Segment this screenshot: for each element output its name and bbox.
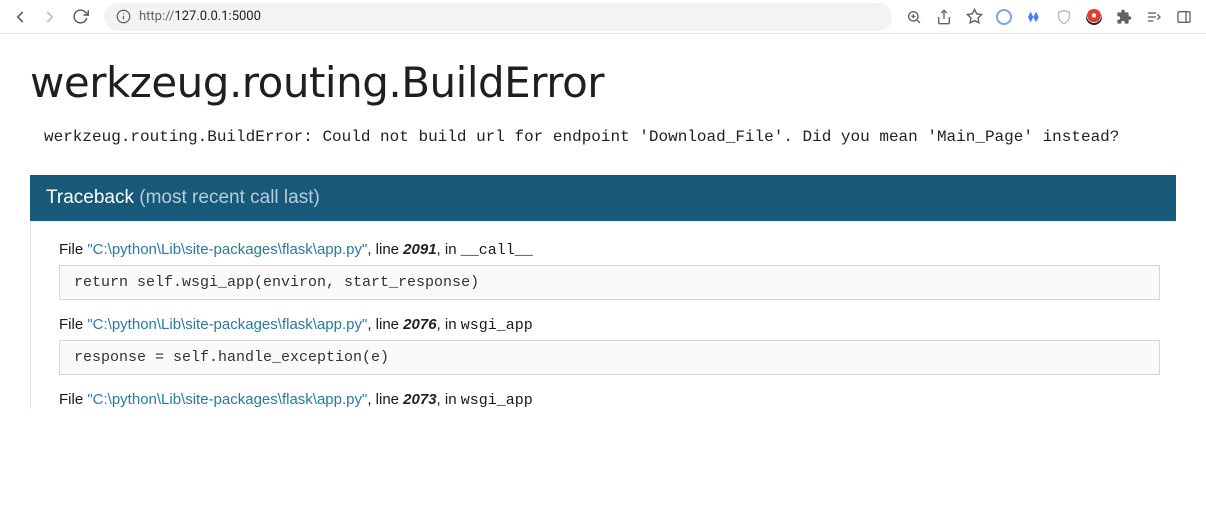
traceback-header: Traceback (most recent call last) [30, 175, 1176, 221]
traceback-frame: File "C:\python\Lib\site-packages\flask\… [59, 316, 1160, 375]
traceback-frame: File "C:\python\Lib\site-packages\flask\… [59, 241, 1160, 300]
traceback-header-label: Traceback [46, 187, 134, 208]
star-icon[interactable] [964, 7, 984, 27]
frame-fn: wsgi_app [461, 392, 533, 409]
browser-toolbar: http://127.0.0.1:5000 [0, 0, 1206, 34]
extension-icon-4[interactable] [1084, 7, 1104, 27]
info-icon[interactable] [116, 9, 131, 24]
traceback-frame: File "C:\python\Lib\site-packages\flask\… [59, 391, 1160, 409]
frame-fn: __call__ [461, 242, 533, 259]
traceback-header-sub: (most recent call last) [139, 187, 320, 208]
frame-file: "C:\python\Lib\site-packages\flask\app.p… [87, 391, 367, 408]
toolbar-actions [904, 7, 1198, 27]
error-title: werkzeug.routing.BuildError [30, 58, 1176, 107]
url-text: http://127.0.0.1:5000 [139, 9, 261, 24]
extension-icon-1[interactable] [994, 7, 1014, 27]
frame-line: 2073 [403, 391, 436, 408]
reading-list-icon[interactable] [1144, 7, 1164, 27]
frame-code[interactable]: response = self.handle_exception(e) [59, 340, 1160, 375]
side-panel-icon[interactable] [1174, 7, 1194, 27]
frame-fn: wsgi_app [461, 317, 533, 334]
zoom-icon[interactable] [904, 7, 924, 27]
extensions-menu-icon[interactable] [1114, 7, 1134, 27]
frame-file: "C:\python\Lib\site-packages\flask\app.p… [87, 316, 367, 333]
extension-icon-2[interactable] [1024, 7, 1044, 27]
error-page: werkzeug.routing.BuildError werkzeug.rou… [0, 34, 1206, 449]
back-button[interactable] [8, 5, 32, 29]
error-message: werkzeug.routing.BuildError: Could not b… [30, 125, 1176, 151]
frame-line: 2091 [403, 241, 436, 258]
extension-icon-3[interactable] [1054, 7, 1074, 27]
reload-button[interactable] [68, 5, 92, 29]
traceback-body: File "C:\python\Lib\site-packages\flask\… [30, 221, 1176, 409]
frame-file: "C:\python\Lib\site-packages\flask\app.p… [87, 241, 367, 258]
forward-button[interactable] [38, 5, 62, 29]
frame-line: 2076 [403, 316, 436, 333]
share-icon[interactable] [934, 7, 954, 27]
frame-code[interactable]: return self.wsgi_app(environ, start_resp… [59, 265, 1160, 300]
address-bar[interactable]: http://127.0.0.1:5000 [104, 3, 892, 31]
